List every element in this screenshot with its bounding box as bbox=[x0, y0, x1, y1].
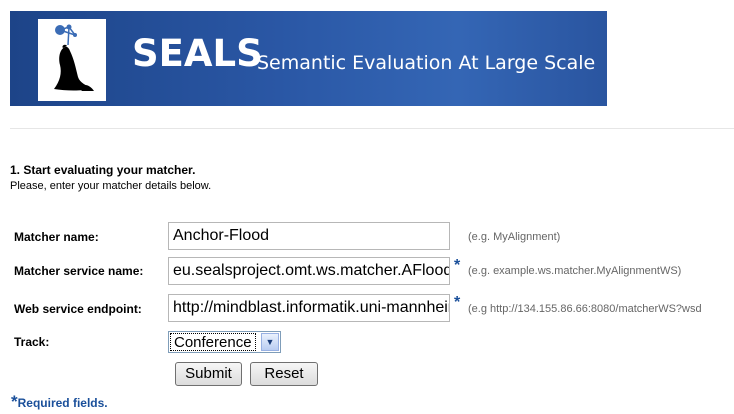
endpoint-required-mark: * bbox=[454, 294, 461, 311]
seals-logo-icon bbox=[38, 19, 106, 101]
submit-button[interactable]: Submit bbox=[175, 362, 242, 386]
matcher-name-input[interactable]: Anchor-Flood bbox=[168, 222, 450, 250]
service-name-hint: (e.g. example.ws.matcher.MyAlignmentWS) bbox=[468, 265, 682, 277]
required-fields-note: *Required fields. bbox=[11, 392, 108, 412]
section-title: 1. Start evaluating your matcher. bbox=[10, 163, 196, 177]
section-subtitle: Please, enter your matcher details below… bbox=[10, 180, 212, 192]
track-select[interactable]: Conference ▼ bbox=[168, 331, 281, 353]
required-note-text: Required fields. bbox=[17, 396, 108, 410]
endpoint-hint: (e.g http://134.155.86.66:8080/matcherWS… bbox=[468, 303, 702, 315]
service-name-label: Matcher service name: bbox=[14, 264, 144, 278]
required-star: * bbox=[11, 392, 18, 411]
matcher-name-label: Matcher name: bbox=[14, 230, 99, 244]
reset-button[interactable]: Reset bbox=[250, 362, 318, 386]
header-banner: SEALS Semantic Evaluation At Large Scale bbox=[10, 11, 607, 106]
brand-name: SEALS bbox=[132, 32, 263, 75]
service-name-required-mark: * bbox=[454, 257, 461, 274]
service-name-input[interactable]: eu.sealsproject.omt.ws.matcher.AFlood bbox=[168, 257, 450, 285]
chevron-down-icon[interactable]: ▼ bbox=[261, 333, 279, 351]
matcher-name-hint: (e.g. MyAlignment) bbox=[468, 231, 561, 243]
endpoint-input[interactable]: http://mindblast.informatik.uni-mannheim bbox=[168, 294, 450, 322]
track-label: Track: bbox=[14, 335, 50, 349]
endpoint-label: Web service endpoint: bbox=[14, 302, 142, 316]
brand-tagline: Semantic Evaluation At Large Scale bbox=[257, 52, 596, 74]
track-selected-value: Conference bbox=[170, 333, 256, 351]
divider bbox=[10, 128, 734, 129]
